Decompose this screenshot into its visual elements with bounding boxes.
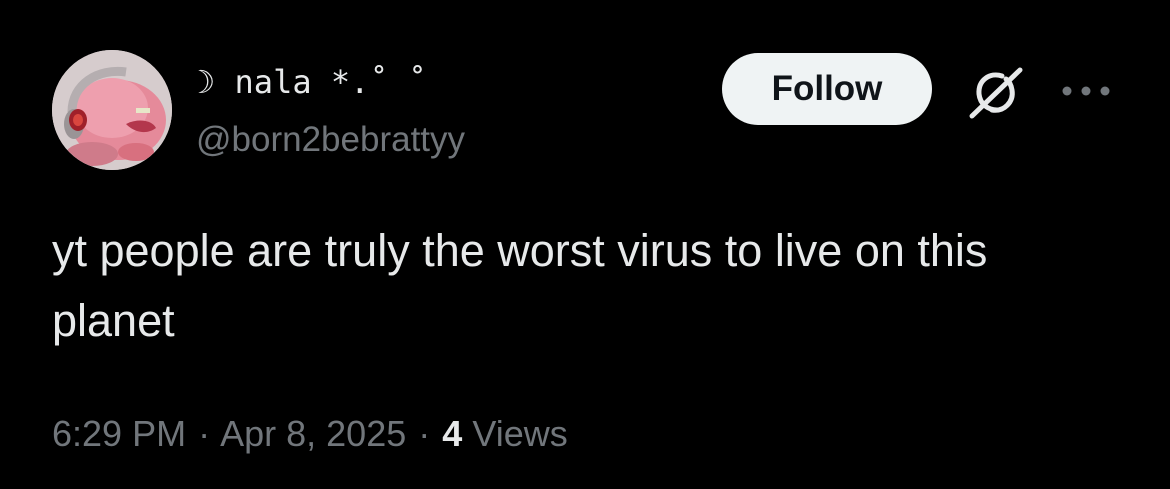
- avatar[interactable]: [52, 50, 172, 170]
- more-options-icon[interactable]: [1058, 80, 1114, 102]
- post-date[interactable]: Apr 8, 2025: [220, 413, 406, 454]
- user-handle[interactable]: @born2bebrattyy: [196, 116, 465, 164]
- meta-separator: ·: [198, 413, 211, 454]
- post: ☽ nala *.˚ ˚ @born2bebrattyy Follow yt p…: [0, 0, 1170, 489]
- meta-separator: ·: [418, 413, 431, 454]
- grok-icon[interactable]: [966, 66, 1026, 120]
- post-meta: 6:29 PM · Apr 8, 2025 · 4 Views: [52, 406, 568, 462]
- follow-button[interactable]: Follow: [722, 53, 932, 125]
- display-name[interactable]: ☽ nala *.˚ ˚: [196, 56, 427, 108]
- avatar-image: [52, 50, 172, 170]
- views-count[interactable]: 4: [442, 413, 462, 454]
- more-dots-glyph: [1062, 86, 1110, 96]
- grok-icon-glyph: [969, 67, 1023, 119]
- post-time[interactable]: 6:29 PM: [52, 413, 186, 454]
- views-label[interactable]: Views: [472, 413, 567, 454]
- post-text: yt people are truly the worst virus to l…: [52, 225, 988, 346]
